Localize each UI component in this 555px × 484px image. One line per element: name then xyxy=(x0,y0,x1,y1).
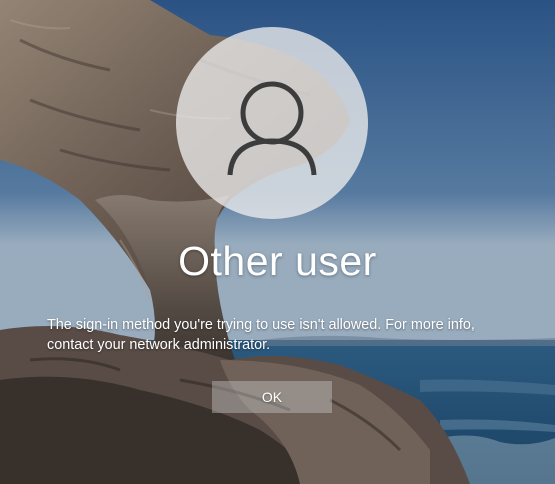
user-name: Other user xyxy=(178,238,377,284)
lock-screen: Other user The sign-in method you're try… xyxy=(0,0,555,484)
ok-button[interactable]: OK xyxy=(212,381,332,413)
user-avatar xyxy=(176,27,368,219)
sign-in-error-message: The sign-in method you're trying to use … xyxy=(47,317,475,353)
user-icon xyxy=(227,81,317,176)
